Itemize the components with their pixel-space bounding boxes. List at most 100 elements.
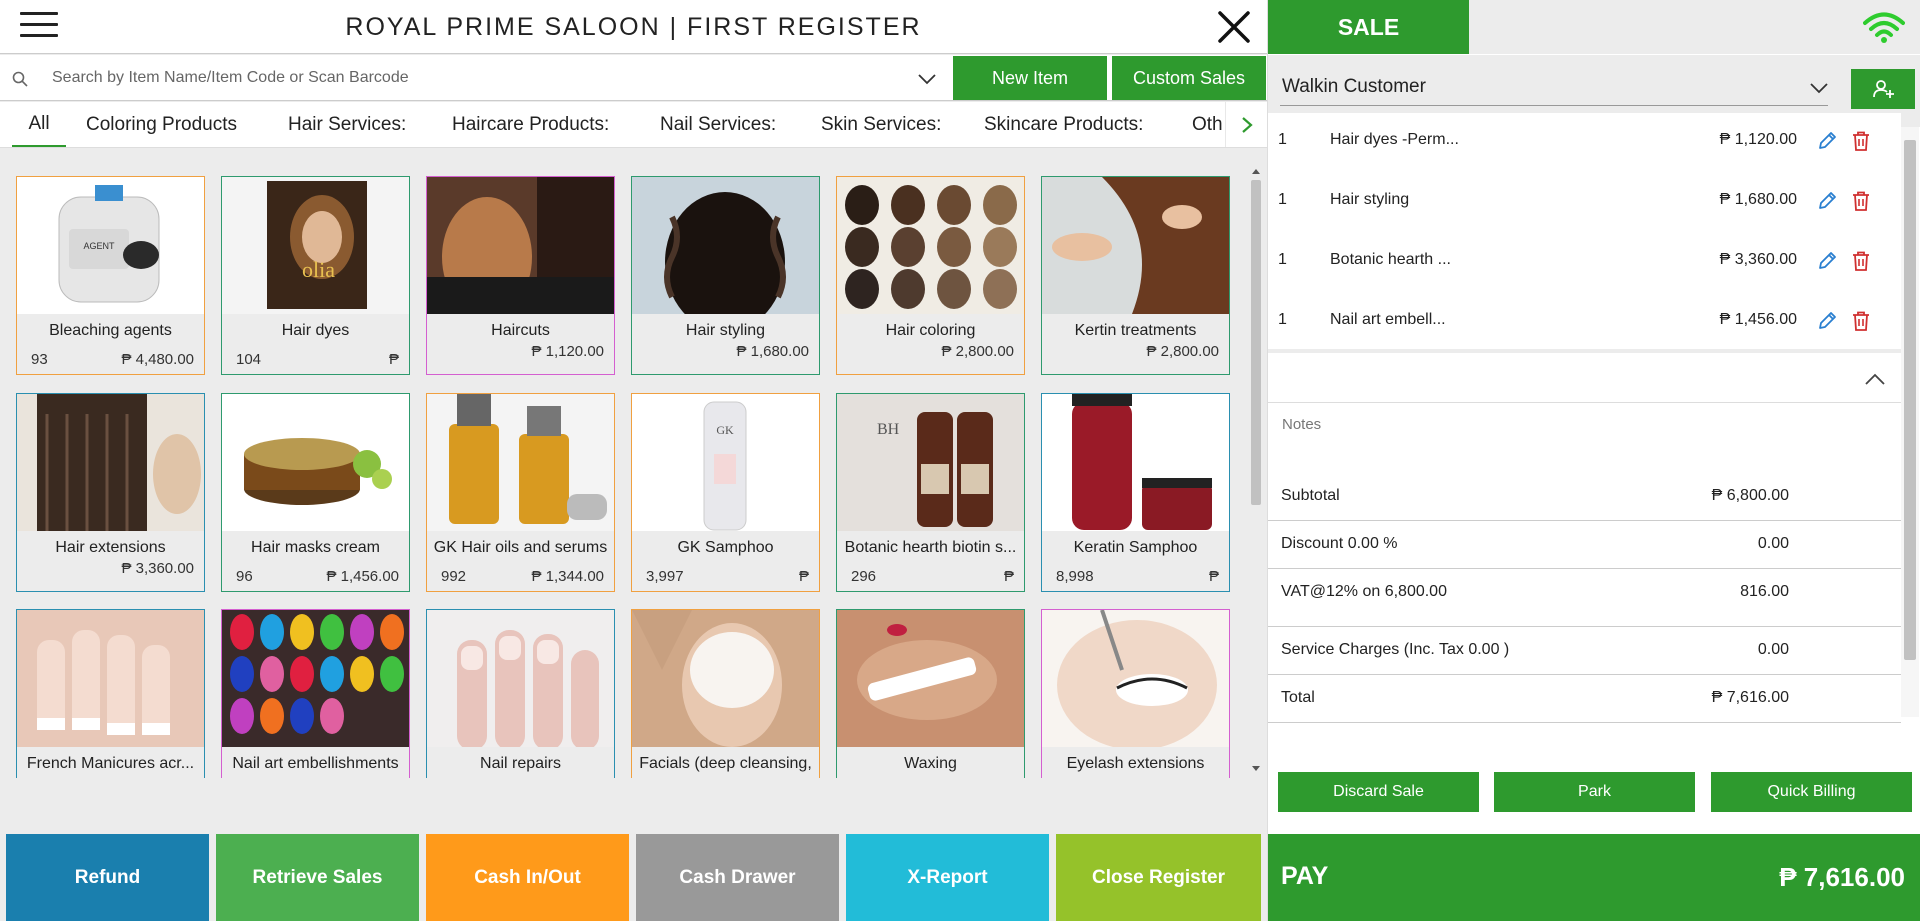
product-card[interactable]: Keratin Samphoo 8,998 ₱ [1041,393,1230,592]
cart-item-price: ₱ 1,456.00 [1719,311,1797,328]
product-card[interactable]: Nail repairs [426,609,615,778]
product-stock: 93 [31,351,48,368]
product-card[interactable]: BH Botanic hearth biotin s... 296 ₱ [836,393,1025,592]
cart-row[interactable]: 1 Hair dyes -Perm... ₱ 1,120.00 [1268,114,1901,174]
search-input[interactable] [52,63,912,93]
edit-icon[interactable] [1816,310,1838,332]
tab-category[interactable]: All [12,102,66,147]
scrollbar-thumb[interactable] [1904,140,1916,660]
sale-pane: SALE Walkin Customer 1 Hair dyes -Perm...… [1267,0,1920,921]
product-card[interactable]: AGENT Bleaching agents 93 ₱ 4,480.00 [16,176,205,375]
park-button[interactable]: Park [1494,772,1695,812]
cart-item-name: Nail art embell... [1330,311,1446,328]
product-card[interactable]: Waxing [836,609,1025,778]
product-image [632,177,819,332]
x-report-button[interactable]: X-Report [846,834,1049,921]
edit-icon[interactable] [1816,250,1838,272]
chevron-right-icon [1241,117,1253,133]
product-card[interactable]: French Manicures acr... [16,609,205,778]
add-customer-button[interactable] [1851,69,1915,109]
pay-button[interactable]: PAY ₱ 7,616.00 [1268,834,1920,921]
tab-category[interactable]: Oth [1192,102,1223,147]
cats-next-button[interactable] [1225,102,1267,147]
trash-icon[interactable] [1850,130,1872,152]
tab-category[interactable]: Hair Services: [288,102,406,147]
edit-icon[interactable] [1816,130,1838,152]
refund-button[interactable]: Refund [6,834,209,921]
chevron-down-icon[interactable] [918,73,936,85]
quick-billing-button[interactable]: Quick Billing [1711,772,1912,812]
product-name: Hair dyes [281,322,350,339]
svg-text:AGENT: AGENT [83,241,115,251]
product-card[interactable]: Kertin treatments ₱ 2,800.00 [1041,176,1230,375]
svg-text:GK: GK [716,423,734,437]
pos-app: ROYAL PRIME SALOON | FIRST REGISTER New … [0,0,1920,921]
tab-category[interactable]: Skin Services: [821,102,941,147]
product-name: Hair extensions [55,539,166,556]
pay-label: PAY [1281,862,1329,890]
product-card[interactable]: Hair masks cream 96 ₱ 1,456.00 [221,393,410,592]
product-card[interactable]: olia Hair dyes 104 ₱ [221,176,410,375]
product-card[interactable]: GK Hair oils and serums 992 ₱ 1,344.00 [426,393,615,592]
cart-item-qty: 1 [1278,191,1287,208]
cart-item-price: ₱ 3,360.00 [1719,251,1797,268]
discard-sale-button[interactable]: Discard Sale [1278,772,1479,812]
product-card[interactable]: Facials (deep cleansing, [631,609,820,778]
close-register-button[interactable]: Close Register [1056,834,1261,921]
cart-list: 1 Hair dyes -Perm... ₱ 1,120.00 1 Hair styli… [1268,113,1901,353]
product-card[interactable]: Eyelash extensions [1041,609,1230,778]
product-card[interactable]: Hair coloring ₱ 2,800.00 [836,176,1025,375]
tab-category[interactable]: Nail Services: [660,102,776,147]
product-card[interactable]: Hair styling ₱ 1,680.00 [631,176,820,375]
product-name: Kertin treatments [1074,322,1197,339]
summary-label: VAT@12% on 6,800.00 [1281,583,1447,600]
summary-value: ₱ 6,800.00 [1711,487,1789,504]
tab-category[interactable]: Haircare Products: [452,102,609,147]
cart-item-name: Botanic hearth ... [1330,251,1451,268]
product-image [1042,610,1229,750]
tab-category[interactable]: Coloring Products [86,102,237,147]
product-name: Nail art embellishments [232,755,399,772]
sale-header [1469,0,1920,54]
product-image: olia [222,177,409,314]
trash-icon[interactable] [1850,310,1872,332]
custom-sales-button[interactable]: Custom Sales [1112,56,1266,100]
cart-item-name: Hair styling [1330,191,1410,208]
product-price: ₱ [1003,568,1014,585]
customer-select[interactable]: Walkin Customer [1280,70,1828,106]
pay-amount: ₱ 7,616.00 [1779,862,1905,892]
trash-icon[interactable] [1850,190,1872,212]
tab-category[interactable]: Skincare Products: [984,102,1143,147]
notes-field[interactable] [1268,404,1901,474]
product-image [632,610,819,747]
product-name: Hair styling [685,322,766,339]
product-card[interactable]: Haircuts ₱ 1,120.00 [426,176,615,375]
product-card[interactable]: GK GK Samphoo 3,997 ₱ [631,393,820,592]
subtotal-row: Subtotal ₱ 6,800.00 [1268,473,1901,521]
edit-icon[interactable] [1816,190,1838,212]
cash-in-out-button[interactable]: Cash In/Out [426,834,629,921]
product-card[interactable]: Hair extensions ₱ 3,360.00 [16,393,205,592]
summary-label: Service Charges (Inc. Tax 0.00 ) [1281,641,1510,658]
cart-row[interactable]: 1 Nail art embell... ₱ 1,456.00 [1268,294,1901,354]
scrollbar-thumb[interactable] [1251,180,1261,505]
product-stock: 96 [236,568,253,585]
new-item-button[interactable]: New Item [953,56,1107,100]
product-card[interactable]: Nail art embellishments [221,609,410,778]
chevron-down-icon [1810,83,1828,94]
product-stock: 104 [236,351,262,368]
sale-tab[interactable]: SALE [1268,0,1469,54]
retrieve-sales-button[interactable]: Retrieve Sales [216,834,419,921]
product-price: ₱ 1,120.00 [531,343,604,360]
product-price: ₱ 1,680.00 [736,343,809,360]
cash-drawer-button[interactable]: Cash Drawer [636,834,839,921]
customer-name: Walkin Customer [1282,76,1426,97]
product-name: Facials (deep cleansing, [639,755,812,772]
cart-row[interactable]: 1 Hair styling ₱ 1,680.00 [1268,174,1901,234]
chevron-up-icon[interactable] [1865,373,1885,385]
cart-row[interactable]: 1 Botanic hearth ... ₱ 3,360.00 [1268,234,1901,294]
total-row: Total ₱ 7,616.00 [1268,675,1901,723]
close-icon[interactable] [1215,8,1253,46]
product-price: ₱ 1,344.00 [531,568,604,585]
trash-icon[interactable] [1850,250,1872,272]
